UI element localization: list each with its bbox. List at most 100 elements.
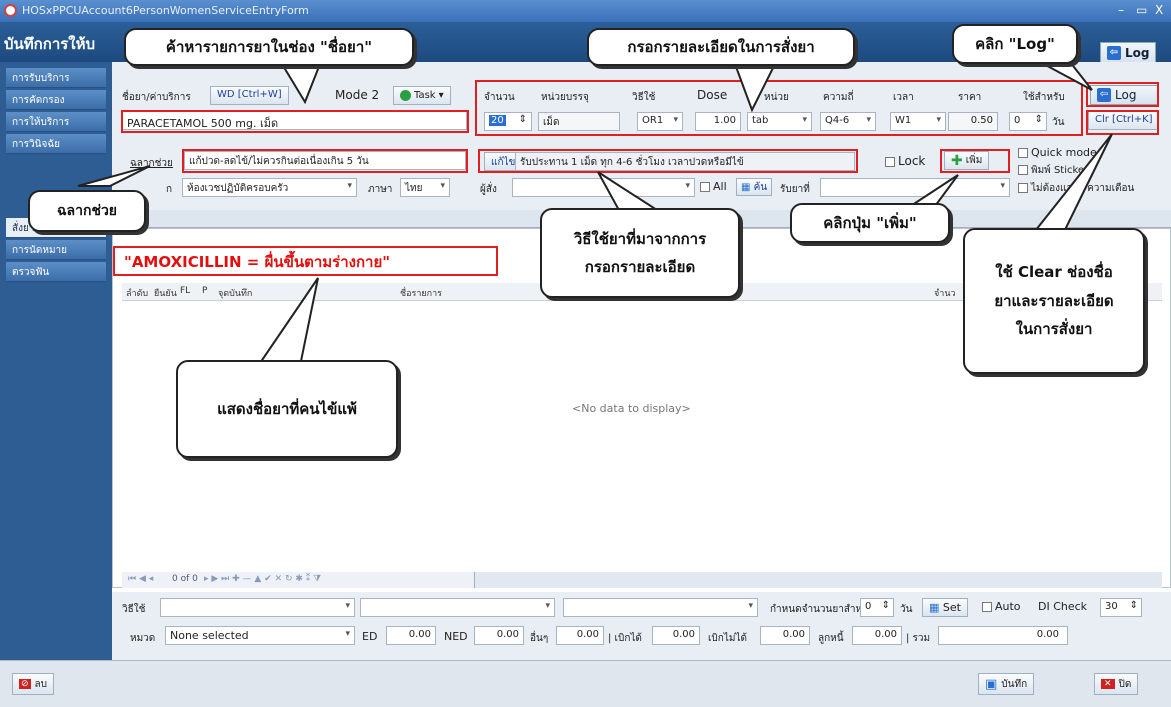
label-help-label: ฉลากช่วย: [130, 158, 173, 169]
highlight-details: [475, 80, 1083, 136]
ed-value: 0.00: [386, 626, 436, 645]
callout-usage-from: วิธีใช้ยาที่มาจากการ กรอกรายละเอียด: [540, 208, 740, 298]
all-checkbox[interactable]: All: [700, 180, 727, 193]
highlight-drug-name: [121, 110, 469, 133]
sidebar-item-appointment[interactable]: การนัดหมาย: [6, 240, 106, 260]
print-sticker-checkbox[interactable]: พิมพ์ Sticke: [1018, 163, 1084, 178]
category-label: หมวด: [130, 633, 156, 644]
noclaim-value: 0.00: [760, 626, 810, 645]
callout-click-add: คลิกปุ่ม "เพิ่ม": [790, 203, 950, 243]
debtor-value: 0.00: [852, 626, 902, 645]
sidebar-item-diagnosis[interactable]: การวินิจฉัย: [6, 134, 106, 154]
ed-label: ED: [362, 630, 378, 643]
di-check-stepper[interactable]: 30 ⇕: [1100, 598, 1142, 617]
highlight-clear: [1086, 110, 1159, 135]
grid-col-fl[interactable]: FL: [180, 286, 190, 296]
sidebar-item-service[interactable]: การรับบริการ: [6, 68, 106, 88]
grid-empty-text: <No data to display>: [572, 402, 691, 415]
highlight-allergy: [113, 246, 498, 276]
nav-tools-icons[interactable]: ▸ ▶ ⏭ ✚ — ▲ ✔ ✕ ↻ ✱ ⁑ ⧩: [204, 574, 321, 584]
debtor-label: ลูกหนี้: [818, 633, 844, 644]
bottom-usage-label: วิธีใช้: [122, 604, 146, 615]
grid-navigator[interactable]: ⏮ ◀ ◂ 0 of 0 ▸ ▶ ⏭ ✚ — ▲ ✔ ✕ ↻ ✱ ⁑ ⧩: [122, 572, 1162, 588]
chevron-down-icon: ▾: [438, 90, 444, 101]
highlight-log: [1086, 82, 1159, 107]
horizontal-scrollbar[interactable]: [474, 572, 1162, 588]
di-check-label: DI Check: [1038, 600, 1088, 613]
lang-select[interactable]: ไทย: [400, 178, 450, 197]
task-button[interactable]: Task ▾: [393, 86, 451, 105]
highlight-label-help: [182, 149, 468, 173]
bottom-usage-select-1[interactable]: [160, 598, 355, 617]
close-icon: ✕: [1101, 679, 1115, 689]
days-stepper[interactable]: 0 ⇕: [860, 598, 894, 617]
drug-list-select[interactable]: [820, 178, 1010, 197]
drug-label: ชื่อยา/ค่าบริการ: [122, 92, 191, 103]
close-window-button[interactable]: X: [1155, 3, 1163, 17]
grid-col-point[interactable]: จุดบันทึก: [218, 286, 252, 300]
page-title: บันทึกการให้บ: [4, 35, 96, 53]
delete-button[interactable]: ⊘ ลบ: [12, 673, 55, 695]
days-unit: วัน: [900, 604, 913, 615]
lock-checkbox[interactable]: Lock: [885, 154, 925, 168]
calendar-icon: ▦: [929, 601, 940, 614]
nav-first-prev-icons[interactable]: ⏮ ◀ ◂: [128, 574, 153, 584]
grid-col-item[interactable]: ชื่อรายการ: [400, 286, 442, 300]
sidebar: การรับบริการ การคัดกรอง การให้บริการ การ…: [0, 62, 112, 660]
grid-col-p[interactable]: P: [202, 286, 207, 296]
mode2-label: Mode 2: [335, 88, 380, 102]
dept-select[interactable]: ห้องเวชปฏิบัติครอบครัว: [182, 178, 357, 197]
ned-label: NED: [444, 630, 468, 643]
total-label: | รวม: [906, 633, 931, 644]
noclaim-label: เบิกไม่ได้: [708, 633, 747, 644]
log-icon: ⇦: [1107, 46, 1121, 60]
bottom-usage-select-2[interactable]: [360, 598, 555, 617]
drug-list-label: รับยาที่: [780, 184, 810, 195]
set-button[interactable]: ▦ Set: [922, 598, 968, 617]
callout-search-drug: ค้าหารายการยาในช่อง "ชื่อยา": [124, 28, 414, 66]
dept-label: ก: [166, 184, 173, 195]
quick-mode-checkbox[interactable]: Quick mode: [1018, 146, 1097, 159]
delete-icon: ⊘: [19, 679, 31, 689]
window-titlebar: HOSxPPCUAccount6PersonWomenServiceEntryF…: [0, 0, 1171, 22]
lang-label: ภาษา: [368, 184, 393, 195]
sidebar-item-dental[interactable]: ตรวจฟัน: [6, 262, 106, 282]
callout-click-log: คลิก "Log": [952, 24, 1078, 64]
task-icon: [400, 90, 411, 101]
other-value: 0.00: [556, 626, 604, 645]
callout-fill-details: กรอกรายละเอียดในการสั่งยา: [587, 28, 855, 66]
other-label: อื่นๆ: [530, 633, 549, 644]
grid-col-seq[interactable]: ลำดับ: [126, 286, 148, 300]
callout-label-help: ฉลากช่วย: [28, 190, 146, 232]
wd-button[interactable]: WD [Ctrl+W]: [210, 86, 289, 105]
claim-label: | เบิกได้: [608, 633, 642, 644]
app-icon: [4, 4, 17, 17]
category-select[interactable]: None selected: [165, 626, 355, 645]
header-log-button[interactable]: ⇦ Log: [1100, 42, 1157, 64]
total-value: 0.00: [938, 626, 1068, 645]
auto-checkbox[interactable]: Auto: [982, 600, 1021, 613]
save-button[interactable]: ▣ บันทึก: [978, 673, 1035, 695]
sidebar-item-screening[interactable]: การคัดกรอง: [6, 90, 106, 110]
sidebar-item-giving-service[interactable]: การให้บริการ: [6, 112, 106, 132]
window-title: HOSxPPCUAccount6PersonWomenServiceEntryF…: [22, 4, 309, 17]
minimize-button[interactable]: –: [1118, 3, 1124, 17]
callout-show-allergy: แสดงชื่อยาที่คนไข้แพ้: [176, 360, 398, 458]
no-alert-checkbox[interactable]: ไม่ต้องแสดง ความเตือน: [1018, 181, 1134, 196]
days-for-label: กำหนดจำนวนยาสำหรับ: [770, 604, 874, 615]
claim-value: 0.00: [652, 626, 700, 645]
grid-col-qty[interactable]: จำนว: [934, 286, 956, 300]
orderer-select[interactable]: [512, 178, 695, 197]
restore-button[interactable]: ▭: [1136, 3, 1147, 17]
highlight-usage: [478, 149, 858, 173]
ned-value: 0.00: [474, 626, 524, 645]
calendar-icon: ▦: [741, 182, 751, 193]
grid-col-confirm[interactable]: ยืนยัน: [154, 286, 177, 300]
callout-use-clear: ใช้ Clear ช่องชื่อ ยาและรายละเอียด ในการ…: [963, 228, 1145, 374]
highlight-add: [940, 149, 1010, 173]
close-button[interactable]: ✕ ปิด: [1094, 673, 1139, 695]
search-button[interactable]: ▦ ค้น: [736, 178, 773, 196]
orderer-label: ผู้สั่ง: [480, 184, 497, 195]
bottom-usage-select-3[interactable]: [563, 598, 758, 617]
save-icon: ▣: [985, 676, 998, 692]
